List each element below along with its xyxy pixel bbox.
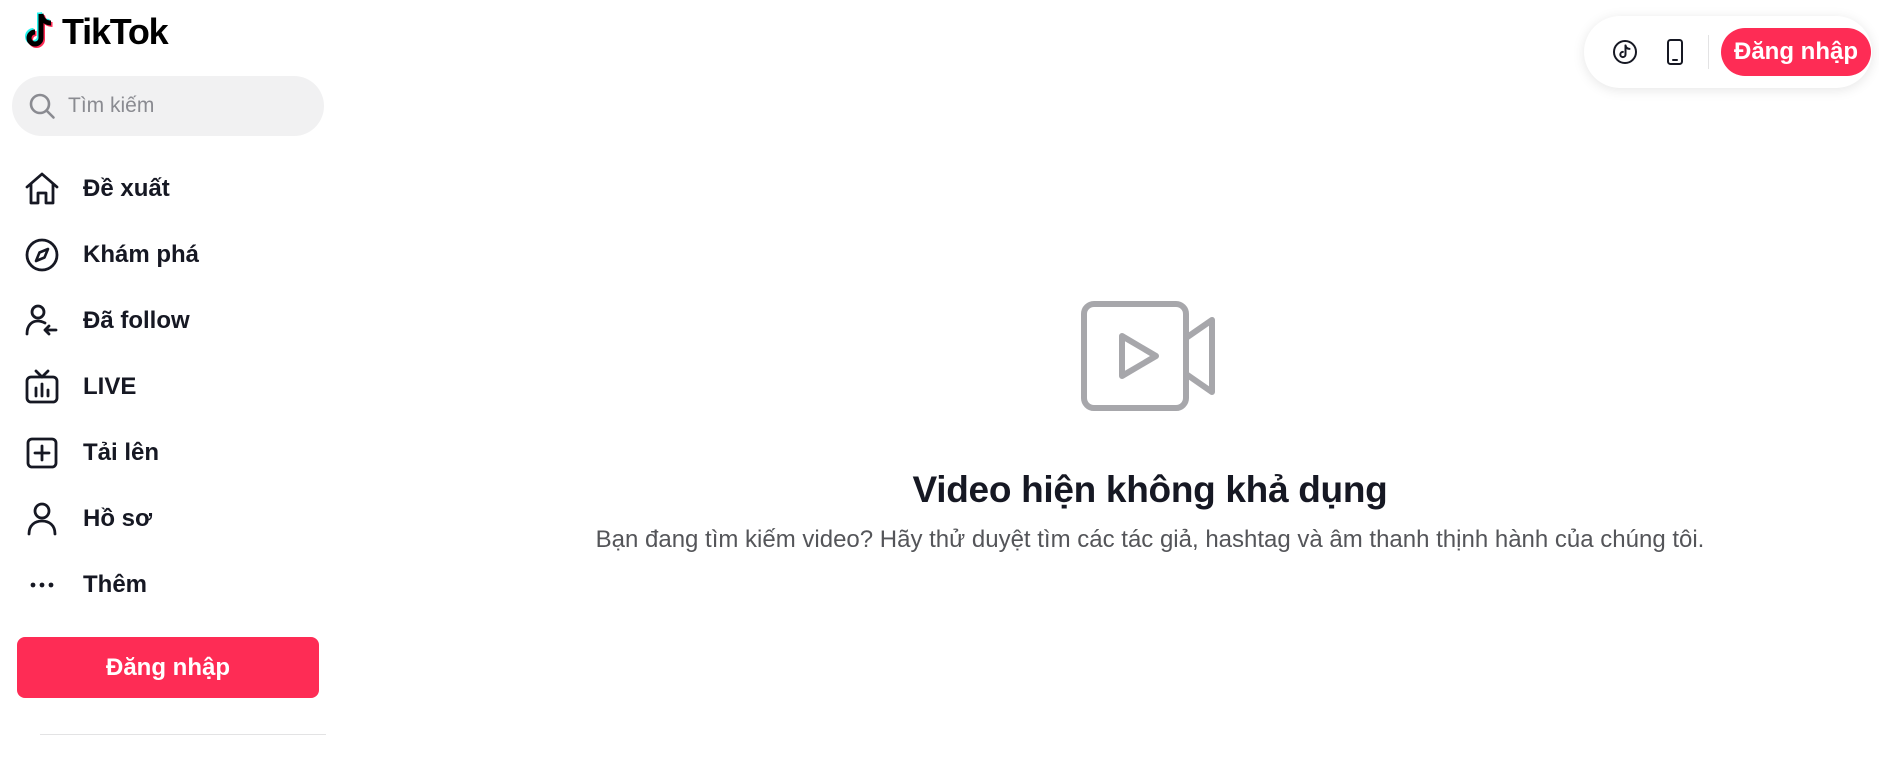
live-tv-icon — [22, 367, 62, 407]
nav-label: Khám phá — [83, 241, 200, 268]
empty-state-description: Bạn đang tìm kiếm video? Hãy thử duyệt t… — [595, 526, 1705, 553]
nav-item-profile[interactable]: Hồ sơ — [0, 486, 340, 552]
search-bar[interactable] — [12, 76, 324, 136]
header-separator — [1708, 35, 1709, 69]
nav-item-live[interactable]: LIVE — [0, 354, 340, 420]
tiktok-logo[interactable]: TikTok — [24, 10, 169, 54]
sidebar-login-button[interactable]: Đăng nhập — [17, 637, 319, 698]
tiktok-icon[interactable] — [1606, 33, 1644, 71]
compass-icon — [22, 235, 62, 275]
tiktok-wordmark: TikTok — [62, 11, 169, 52]
empty-state-title: Video hiện không khả dụng — [912, 469, 1388, 510]
user-follow-icon — [22, 301, 62, 341]
nav-label: Đã follow — [83, 307, 190, 334]
main-nav: Đề xuất Khám phá Đã follow LIVE Tải lên … — [0, 156, 340, 618]
search-input[interactable] — [68, 94, 308, 118]
video-camera-icon — [1081, 301, 1215, 411]
tiktok-app: TikTok Đề xuất — [0, 0, 1879, 760]
header-actions: Đăng nhập — [1584, 16, 1872, 88]
sidebar: TikTok Đề xuất — [0, 0, 340, 760]
mobile-icon[interactable] — [1656, 33, 1694, 71]
header-login-button[interactable]: Đăng nhập — [1721, 28, 1871, 76]
more-icon — [22, 565, 62, 605]
home-icon — [22, 169, 62, 209]
nav-label: Hồ sơ — [83, 505, 153, 532]
profile-icon — [22, 499, 62, 539]
nav-label: Đề xuất — [83, 175, 170, 202]
upload-plus-icon — [22, 433, 62, 473]
nav-label: Tải lên — [83, 439, 160, 466]
nav-item-following[interactable]: Đã follow — [0, 288, 340, 354]
nav-label: Thêm — [83, 571, 148, 598]
sidebar-divider — [40, 734, 326, 735]
nav-label: LIVE — [83, 373, 137, 400]
search-icon — [29, 93, 55, 119]
nav-item-explore[interactable]: Khám phá — [0, 222, 340, 288]
nav-item-recommended[interactable]: Đề xuất — [0, 156, 340, 222]
nav-item-upload[interactable]: Tải lên — [0, 420, 340, 486]
tiktok-logo-icon — [25, 12, 53, 48]
nav-item-more[interactable]: Thêm — [0, 552, 340, 618]
